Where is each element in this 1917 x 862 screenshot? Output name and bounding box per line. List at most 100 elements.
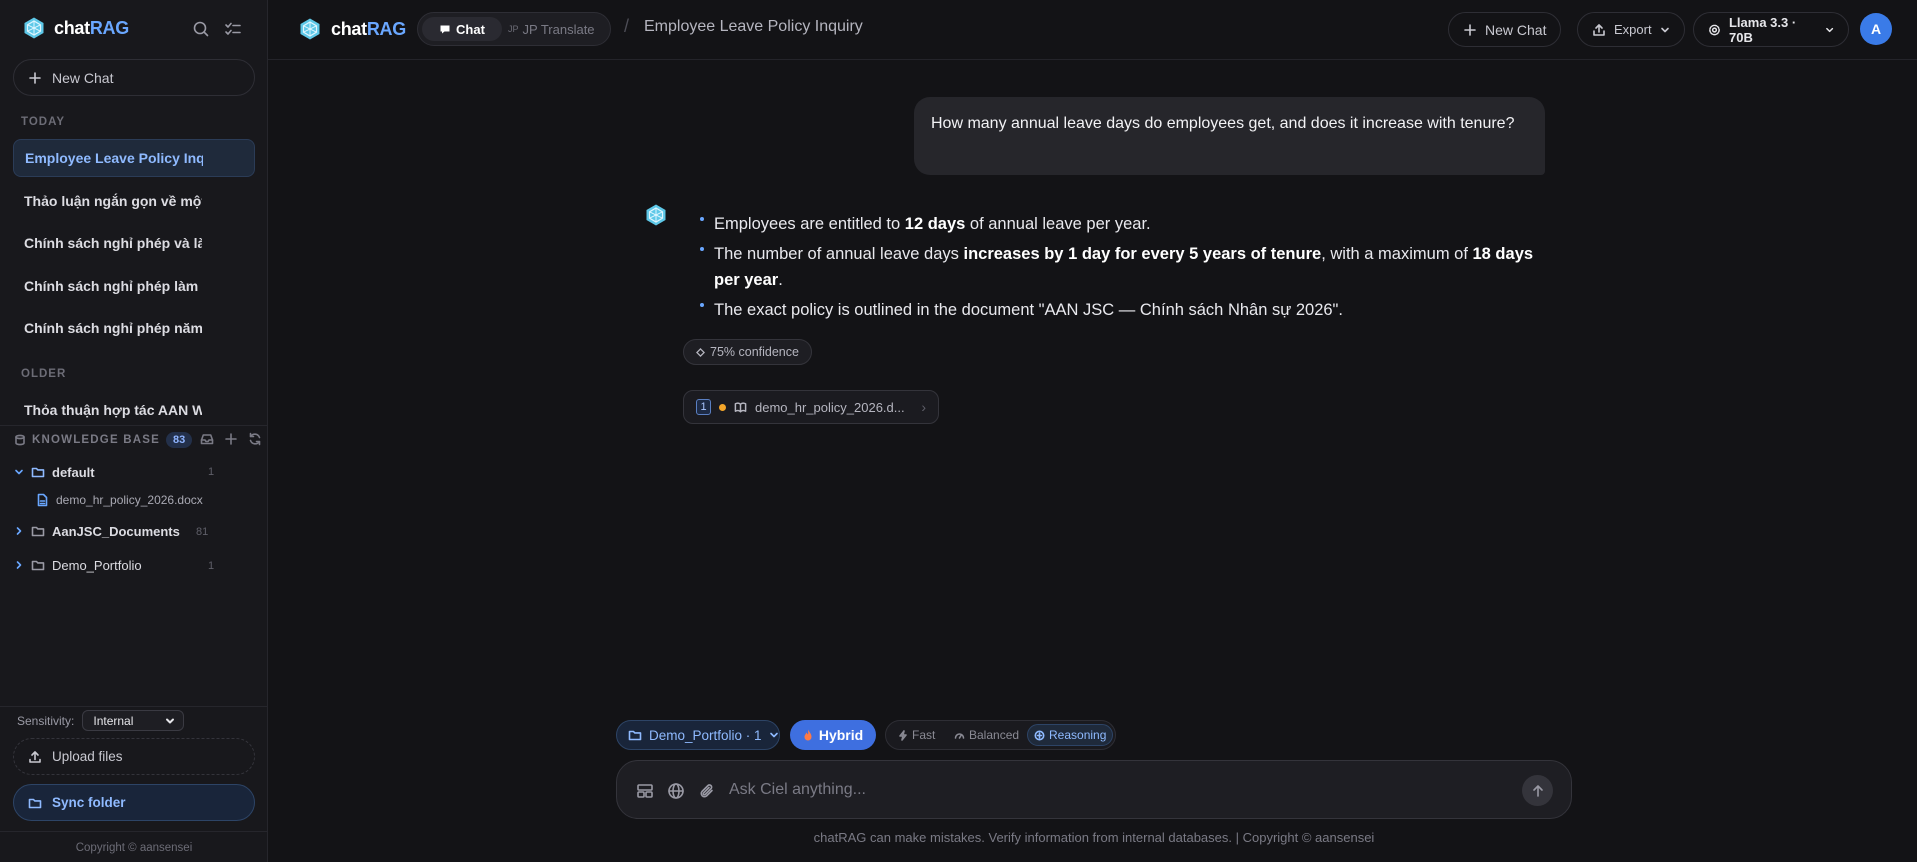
sync-label: Sync folder	[52, 795, 126, 810]
answer-point: Employees are entitled to 12 days of ann…	[700, 211, 1540, 237]
speed-balanced-option[interactable]: Balanced	[948, 724, 1025, 746]
source-citation-chip[interactable]: 1 demo_hr_policy_2026.d... ›	[683, 390, 939, 424]
folder-scope-selector[interactable]: Demo_Portfolio · 1	[616, 720, 780, 750]
flame-icon	[804, 729, 812, 740]
chevron-right-icon: ›	[921, 399, 926, 415]
user-avatar[interactable]: A	[1860, 13, 1892, 45]
logo-hexagon-icon	[24, 17, 44, 39]
plus-icon	[29, 71, 41, 84]
hybrid-search-toggle[interactable]: Hybrid	[790, 720, 876, 750]
sensitivity-value: Internal	[93, 713, 134, 728]
model-label: Llama 3.3 · 70B	[1728, 14, 1797, 45]
chat-item[interactable]: Thỏa thuận hợp tác AAN W	[13, 391, 255, 418]
knowledge-base-title: KNOWLEDGE BASE 83	[14, 432, 193, 448]
folder-name: Demo_Portfolio	[52, 557, 142, 573]
folder-name: AanJSC_Documents	[52, 523, 180, 539]
mode-translate-label: JP Translate	[522, 21, 595, 37]
gear-icon	[1709, 24, 1720, 35]
page-title: Employee Leave Policy Inquiry	[644, 18, 863, 35]
file-name: demo_hr_policy_2026.docx	[56, 493, 203, 507]
kb-folder-default[interactable]: default	[14, 461, 95, 483]
sensitivity-select[interactable]: Internal	[82, 710, 185, 731]
paperclip-icon[interactable]	[697, 781, 717, 801]
folder-count: 1	[208, 466, 215, 478]
new-chat-label: New Chat	[52, 69, 114, 86]
folder-icon	[31, 526, 45, 537]
source-index: 1	[696, 399, 711, 415]
globe-icon[interactable]	[666, 781, 686, 801]
bolt-icon	[899, 729, 907, 741]
user-message: How many annual leave days do employees …	[914, 97, 1545, 175]
upload-icon	[29, 750, 41, 763]
send-button[interactable]	[1522, 775, 1553, 806]
new-chat-label: New Chat	[1485, 21, 1547, 38]
arrow-up-icon	[1532, 784, 1543, 797]
chevron-right-icon	[16, 561, 22, 569]
refresh-icon[interactable]	[247, 431, 263, 447]
section-older-label: OLDER	[21, 368, 67, 380]
kb-folder-demo-portfolio[interactable]: Demo_Portfolio	[14, 554, 142, 576]
inbox-icon[interactable]	[199, 431, 215, 447]
folder-open-icon	[628, 730, 642, 741]
source-name: demo_hr_policy_2026.d...	[755, 399, 905, 415]
header-brand-logo[interactable]: chatRAG	[298, 17, 406, 41]
brand-logo[interactable]: chatRAG	[22, 16, 129, 40]
document-icon	[37, 493, 48, 507]
hybrid-label: Hybrid	[818, 727, 864, 743]
new-chat-button[interactable]: New Chat	[1448, 12, 1562, 47]
export-label: Export	[1614, 22, 1652, 37]
mode-chat-tab[interactable]: Chat	[422, 17, 502, 41]
kb-folder-aanjsc[interactable]: AanJSC_Documents	[14, 520, 180, 542]
chat-input[interactable]	[729, 779, 1489, 801]
breadcrumb-separator: /	[624, 16, 630, 36]
export-icon	[1593, 23, 1605, 36]
diamond-icon	[696, 347, 705, 357]
folder-scope-label: Demo_Portfolio · 1	[649, 727, 762, 743]
upload-files-button[interactable]: Upload files	[13, 738, 255, 775]
gauge-icon	[954, 732, 965, 739]
sidebar-new-chat-button[interactable]: New Chat	[13, 59, 255, 96]
sidebar-copyright: Copyright © aansensei	[0, 831, 268, 862]
sidebar-header: chatRAG	[0, 0, 268, 58]
mode-toggle: Chat JP JP Translate	[417, 12, 611, 46]
add-folder-icon[interactable]	[223, 431, 239, 447]
confidence-badge: 75% confidence	[683, 339, 812, 365]
checklist-icon[interactable]	[222, 18, 244, 40]
chat-item[interactable]: Chính sách nghỉ phép làm v	[13, 267, 255, 305]
speed-fast-option[interactable]: Fast	[892, 724, 941, 746]
assistant-answer: Employees are entitled to 12 days of ann…	[700, 211, 1540, 327]
sensitivity-control: Sensitivity: Internal	[17, 710, 185, 731]
answer-point: The number of annual leave days increase…	[700, 241, 1540, 293]
disclaimer-footer: chatRAG can make mistakes. Verify inform…	[813, 830, 1375, 845]
mode-chat-label: Chat	[456, 21, 485, 37]
chevron-down-icon	[15, 469, 23, 475]
export-button[interactable]: Export	[1577, 12, 1685, 47]
brand-name: chatRAG	[331, 18, 406, 39]
status-dot	[719, 403, 726, 411]
sidebar-top-section: chatRAG New Chat TODAY Employee Leave Po…	[0, 0, 268, 418]
chat-item[interactable]: Chính sách nghỉ phép năm	[13, 309, 255, 347]
plus-icon	[1464, 23, 1476, 36]
folder-open-icon	[31, 467, 45, 478]
chat-item[interactable]: Chính sách nghỉ phép và làm	[13, 224, 255, 262]
brain-icon	[1034, 730, 1045, 740]
speed-reasoning-option[interactable]: Reasoning	[1027, 724, 1114, 746]
kb-file-item[interactable]: demo_hr_policy_2026.docx	[36, 490, 203, 510]
chat-item-active[interactable]: Employee Leave Policy Inquiry	[13, 139, 255, 177]
folder-icon	[31, 560, 45, 571]
templates-icon[interactable]	[635, 781, 655, 801]
sync-folder-button[interactable]: Sync folder	[13, 784, 255, 821]
jp-badge-icon: JP	[508, 24, 519, 34]
chat-item[interactable]: Thảo luận ngắn gọn về một	[13, 182, 255, 220]
model-selector[interactable]: Llama 3.3 · 70B	[1693, 12, 1849, 47]
mode-translate-tab[interactable]: JP JP Translate	[508, 17, 595, 41]
chevron-down-icon	[769, 732, 778, 738]
assistant-avatar-icon	[644, 203, 668, 227]
folder-count: 1	[208, 560, 215, 572]
sensitivity-label: Sensitivity:	[17, 713, 75, 728]
folder-count: 81	[196, 526, 209, 538]
database-icon	[15, 434, 25, 446]
logo-hexagon-icon	[300, 18, 320, 40]
search-icon[interactable]	[190, 18, 212, 40]
folder-open-icon	[28, 798, 42, 808]
